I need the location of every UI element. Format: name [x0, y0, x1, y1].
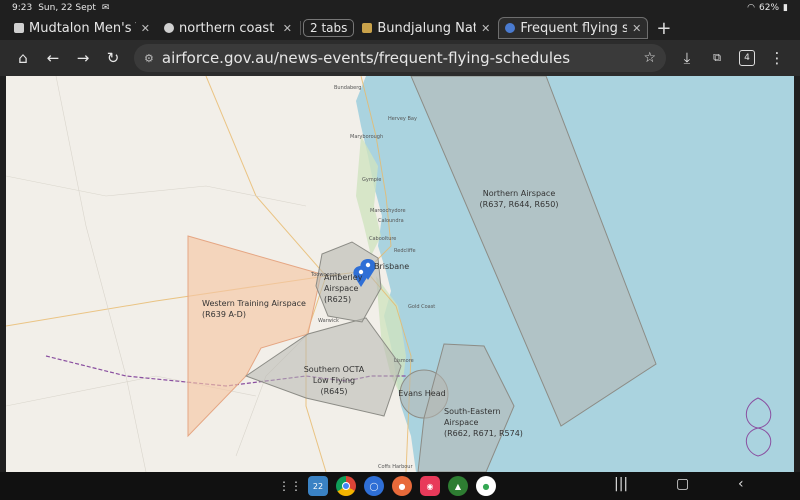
url-text[interactable]: airforce.gov.au/news-events/frequent-fly…: [162, 49, 644, 67]
northern-airspace-label: Northern Airspace (R637, R644, R650): [474, 188, 564, 210]
airspace-name: Southern OCTA Low Flying: [303, 365, 365, 385]
new-tab-icon[interactable]: +: [656, 18, 671, 39]
town-label: Maroochydore: [370, 208, 406, 214]
contacts-app-icon[interactable]: ●: [392, 476, 412, 496]
airspace-name: Northern Airspace: [482, 189, 556, 198]
town-label: Caloundra: [378, 218, 404, 224]
status-time: 9:23: [12, 3, 33, 13]
amberley-airspace-label: Amberley Airspace (R625): [324, 272, 368, 305]
browser-toolbar: ⌂ ← → ↻ ⚙ airforce.gov.au/news-events/fr…: [0, 40, 800, 76]
screen-recorder-app-icon[interactable]: ◉: [420, 476, 440, 496]
town-label: Redcliffe: [394, 248, 416, 254]
western-training-airspace-label: Western Training Airspace (R639 A-D): [202, 298, 314, 320]
close-tab-icon[interactable]: ✕: [632, 22, 641, 35]
airspace-name: Western Training Airspace: [202, 299, 306, 308]
close-tab-icon[interactable]: ✕: [283, 22, 292, 35]
town-label: Maryborough: [350, 134, 384, 140]
town-label: Warwick: [318, 318, 339, 324]
airspace-codes: (R625): [324, 295, 352, 304]
tab-strip: Mudtalon Men's T ✕ northern coast b ✕ 2 …: [0, 16, 800, 40]
status-date: Sun, 22 Sept: [38, 3, 96, 13]
tab-frequent-flying[interactable]: Frequent flying sc ✕: [498, 17, 649, 39]
site-settings-icon[interactable]: ⚙: [144, 52, 154, 65]
page-content: Bundaberg Hervey Bay Maryborough Gympie …: [0, 76, 800, 472]
forward-icon[interactable]: →: [68, 43, 98, 73]
town-label: Lismore: [394, 358, 414, 364]
messages-app-icon[interactable]: ◯: [364, 476, 384, 496]
recents-icon[interactable]: |||: [614, 476, 628, 492]
tab-switcher-button[interactable]: 4: [732, 43, 762, 73]
back-icon[interactable]: ←: [38, 43, 68, 73]
back-nav-icon[interactable]: ‹: [738, 476, 744, 492]
tab-title: Mudtalon Men's T: [29, 20, 136, 36]
camping-app-icon[interactable]: ▲: [448, 476, 468, 496]
tab-separator: [300, 21, 301, 35]
airspace-name: South-Eastern Airspace: [444, 407, 501, 427]
town-label: Coffs Harbour: [378, 464, 413, 470]
favicon-icon: [164, 23, 174, 33]
tab-group-chip[interactable]: 2 tabs: [303, 19, 355, 37]
reload-icon[interactable]: ↻: [98, 43, 128, 73]
wifi-icon: ◠: [747, 3, 756, 13]
app-drawer-icon[interactable]: ⋮⋮: [278, 476, 302, 496]
tab-bundjalung[interactable]: Bundjalung Natio ✕: [356, 17, 496, 39]
town-label: Caboolture: [369, 236, 397, 242]
address-bar[interactable]: ⚙ airforce.gov.au/news-events/frequent-f…: [134, 44, 666, 72]
system-nav-bar: ⋮⋮ 22 ◯ ● ◉ ▲ ● ||| ▢ ‹: [0, 472, 800, 500]
chrome-app-icon[interactable]: [336, 476, 356, 496]
status-bar: 9:23 Sun, 22 Sept ✉ ◠ 62% ▮: [0, 0, 800, 16]
airspace-name: Evans Head: [398, 389, 446, 398]
favicon-icon: [362, 23, 373, 33]
tab-title: Bundjalung Natio: [377, 20, 477, 36]
town-label: Hervey Bay: [388, 116, 417, 122]
map-canvas: [6, 76, 794, 472]
taskbar-apps: ⋮⋮ 22 ◯ ● ◉ ▲ ●: [278, 476, 496, 496]
tab-northern-coast[interactable]: northern coast b ✕: [158, 17, 298, 39]
airspace-codes: (R639 A-D): [202, 310, 246, 319]
evans-head-label: Evans Head: [392, 388, 452, 399]
bookmark-star-icon[interactable]: ☆: [643, 50, 656, 66]
menu-icon[interactable]: ⋮: [762, 43, 792, 73]
tab-title: Frequent flying sc: [520, 20, 628, 36]
airspace-codes: (R637, R644, R650): [479, 200, 559, 209]
tab-mudtalon[interactable]: Mudtalon Men's T ✕: [8, 17, 156, 39]
maps-app-icon[interactable]: ●: [476, 476, 496, 496]
airspace-codes: (R645): [320, 387, 348, 396]
battery-level: 62%: [759, 3, 780, 13]
town-label: Gold Coast: [408, 304, 436, 310]
airspace-name: Amberley Airspace: [324, 273, 363, 293]
airspace-codes: (R662, R671, R574): [444, 429, 523, 438]
home-nav-icon[interactable]: ▢: [676, 476, 689, 492]
translate-icon[interactable]: ⧉: [702, 43, 732, 73]
favicon-icon: [14, 23, 24, 33]
town-label: Bundaberg: [334, 85, 362, 91]
calendar-app-icon[interactable]: 22: [308, 476, 328, 496]
town-label: Brisbane: [374, 262, 410, 271]
gmail-icon: ✉: [101, 3, 110, 13]
favicon-icon: [505, 23, 516, 33]
download-icon[interactable]: ⤓: [672, 43, 702, 73]
south-eastern-airspace-label: South-Eastern Airspace (R662, R671, R574…: [444, 406, 524, 439]
tab-title: northern coast b: [179, 20, 278, 36]
southern-octa-airspace-label: Southern OCTA Low Flying (R645): [298, 364, 370, 397]
close-tab-icon[interactable]: ✕: [481, 22, 490, 35]
calendar-day: 22: [312, 481, 324, 491]
tab-count: 4: [739, 50, 755, 66]
airspace-map[interactable]: Bundaberg Hervey Bay Maryborough Gympie …: [6, 76, 794, 472]
close-tab-icon[interactable]: ✕: [141, 22, 150, 35]
chrome-center-icon: [342, 482, 350, 490]
battery-icon: ▮: [783, 3, 788, 13]
home-icon[interactable]: ⌂: [8, 43, 38, 73]
town-label: Gympie: [362, 177, 382, 183]
